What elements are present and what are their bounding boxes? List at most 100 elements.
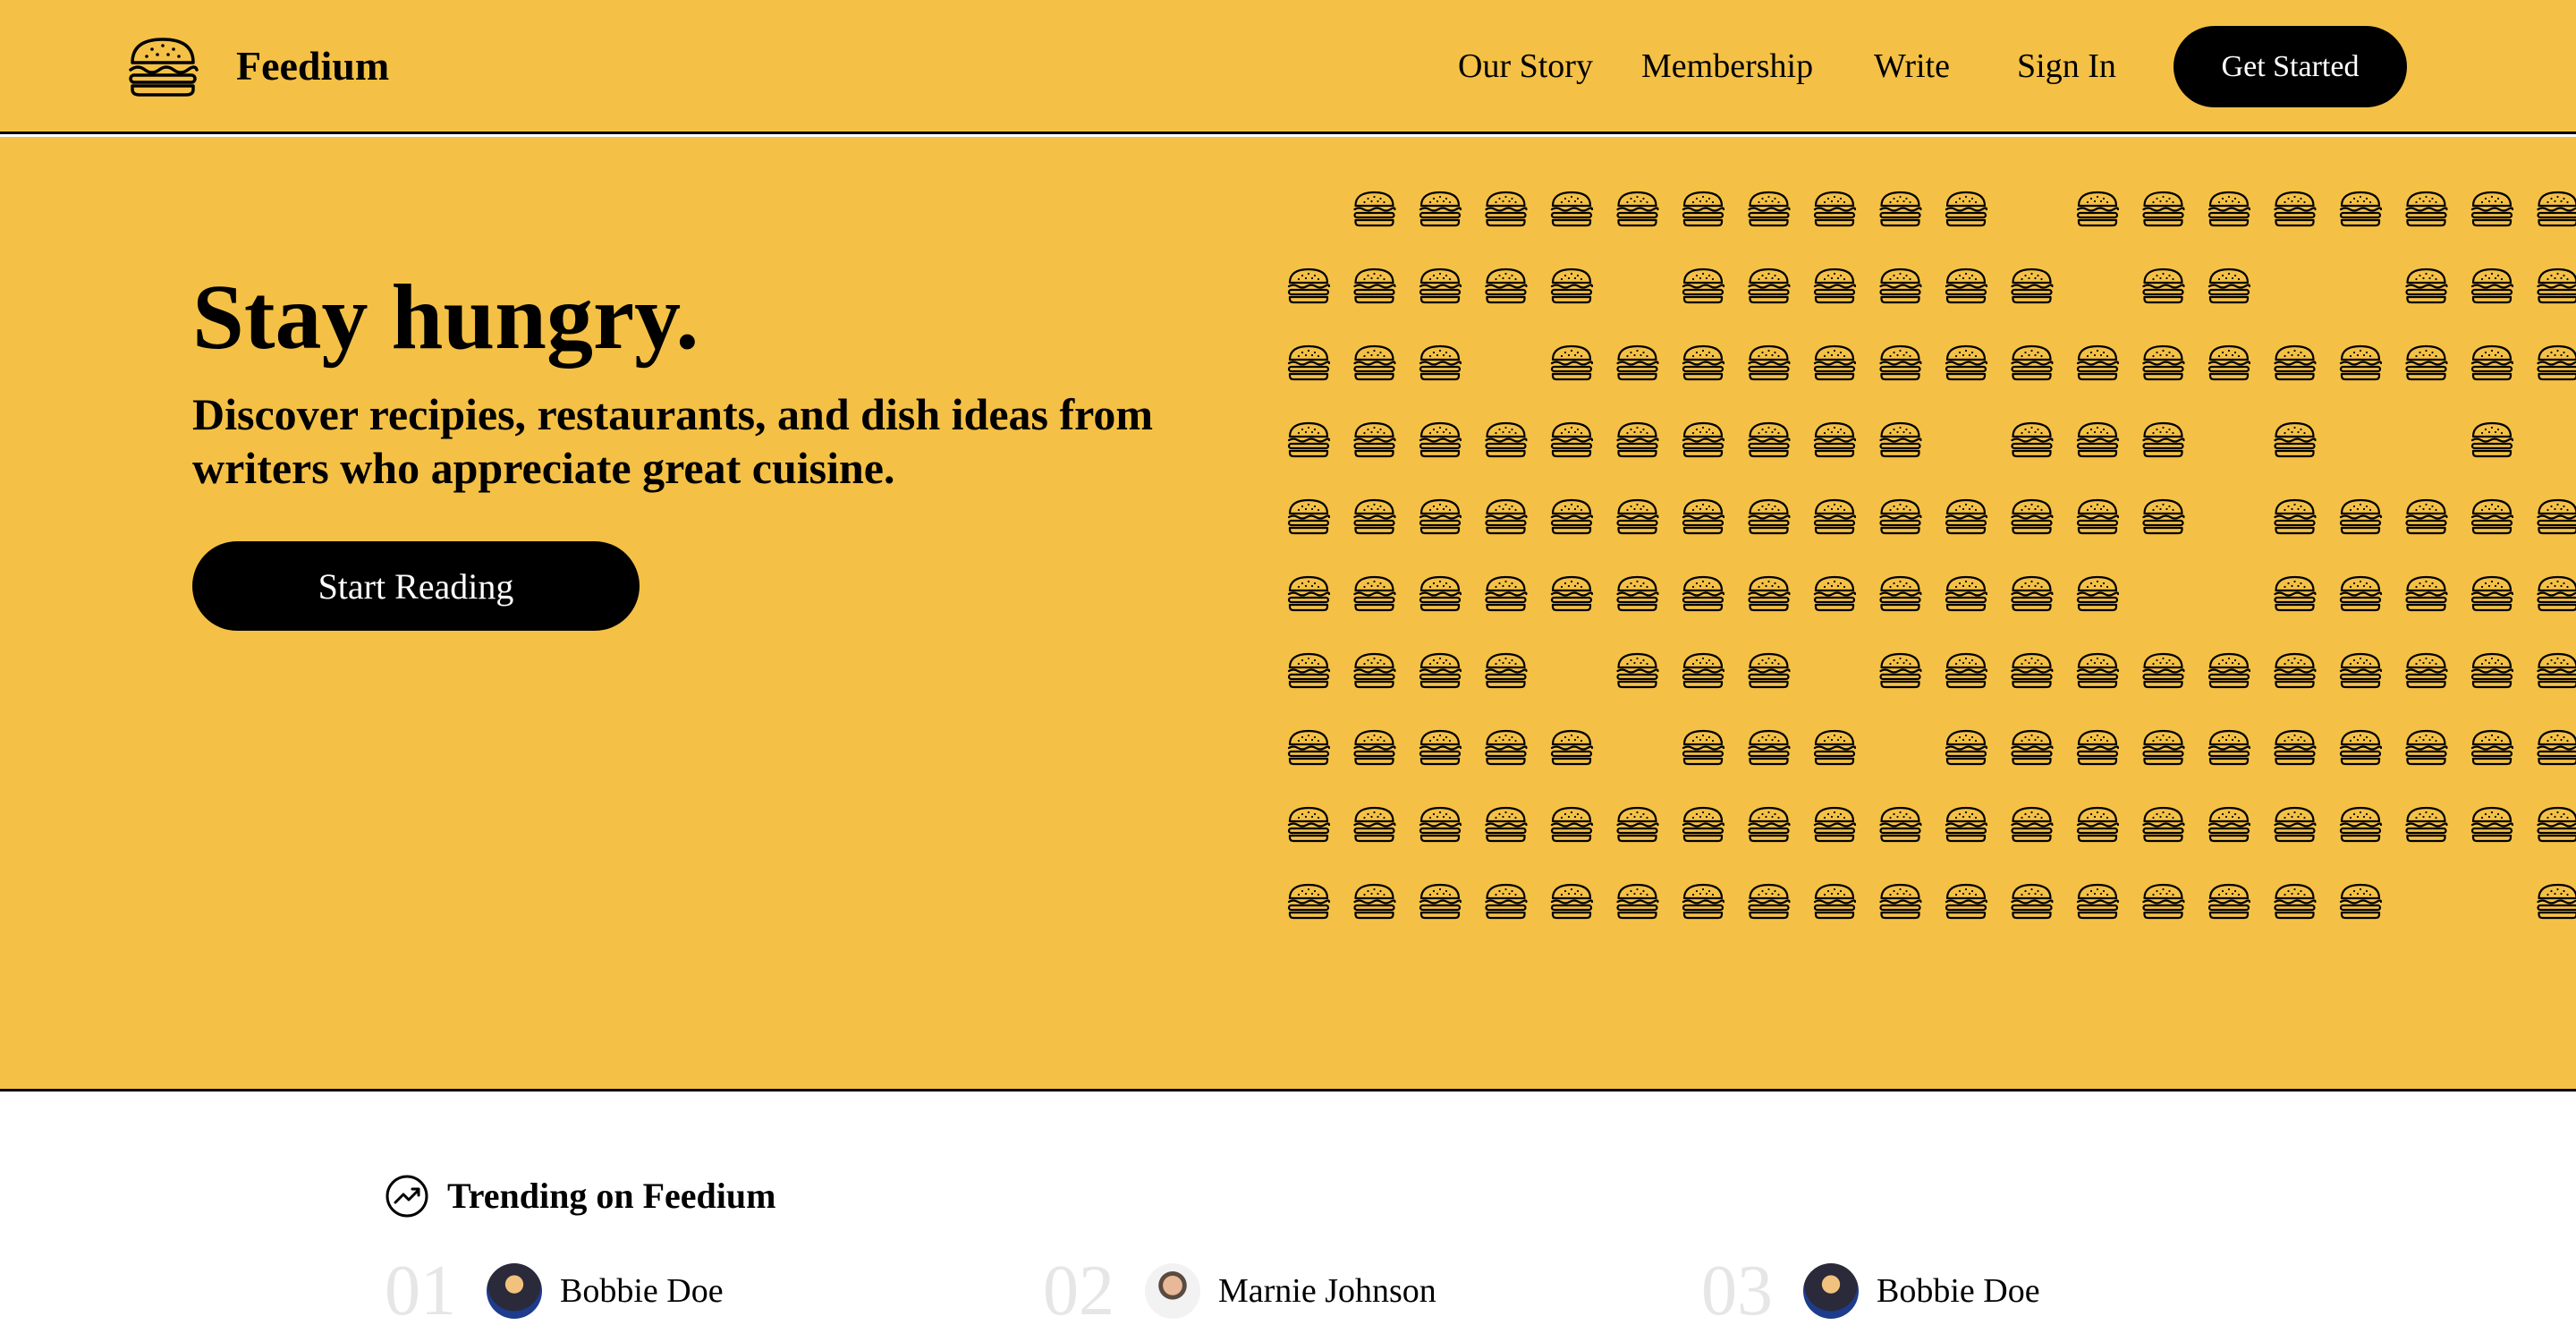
burger-icon bbox=[1879, 575, 1922, 612]
burger-icon bbox=[2274, 883, 2317, 920]
burger-icon bbox=[1616, 883, 1659, 920]
burger-icon bbox=[1945, 575, 1988, 612]
trending-item[interactable]: 03 Bobbie Doe bbox=[1701, 1251, 2040, 1331]
burger-icon bbox=[2076, 652, 2120, 689]
burger-icon bbox=[2405, 652, 2448, 689]
burger-icon bbox=[1879, 421, 1922, 458]
brand-logo[interactable]: Feedium bbox=[127, 36, 389, 97]
burger-icon bbox=[2405, 268, 2448, 304]
burger-icon bbox=[1748, 883, 1791, 920]
burger-icon bbox=[1485, 268, 1528, 304]
burger-icon bbox=[1550, 191, 1594, 227]
burger-icon bbox=[1485, 883, 1528, 920]
burger-icon bbox=[1682, 268, 1725, 304]
burger-icon bbox=[1550, 268, 1594, 304]
burger-icon bbox=[1287, 883, 1331, 920]
burger-icon bbox=[1353, 652, 1396, 689]
nav-sign-in[interactable]: Sign In bbox=[2017, 25, 2116, 107]
burger-icon bbox=[2274, 421, 2317, 458]
nav-our-story[interactable]: Our Story bbox=[1458, 25, 1593, 107]
burger-icon bbox=[2076, 806, 2120, 843]
hero-subtitle: Discover recipies, restaurants, and dish… bbox=[192, 389, 1154, 493]
burger-icon bbox=[2470, 498, 2514, 535]
trending-header: Trending on Feedium bbox=[385, 1174, 775, 1219]
burger-icon bbox=[1748, 652, 1791, 689]
burger-icon bbox=[1616, 498, 1659, 535]
burger-icon bbox=[2339, 498, 2383, 535]
burger-icon bbox=[2405, 191, 2448, 227]
burger-icon bbox=[2142, 652, 2185, 689]
burger-icon bbox=[2076, 191, 2120, 227]
nav-write[interactable]: Write bbox=[1874, 25, 1950, 107]
burger-icon bbox=[1550, 729, 1594, 766]
burger-icon bbox=[2470, 806, 2514, 843]
burger-icon bbox=[2537, 652, 2576, 689]
burger-icon bbox=[1419, 498, 1462, 535]
burger-icon bbox=[1682, 806, 1725, 843]
burger-icon bbox=[2207, 344, 2251, 381]
trending-item[interactable]: 02 Marnie Johnson bbox=[1043, 1251, 1436, 1331]
burger-icon bbox=[1287, 268, 1331, 304]
burger-icon bbox=[2274, 191, 2317, 227]
author-name[interactable]: Bobbie Doe bbox=[1877, 1263, 2040, 1319]
burger-icon bbox=[1485, 806, 1528, 843]
burger-icon bbox=[1353, 268, 1396, 304]
burger-icon bbox=[2405, 498, 2448, 535]
burger-icon bbox=[2339, 191, 2383, 227]
burger-icon bbox=[1353, 883, 1396, 920]
burger-icon bbox=[2076, 421, 2120, 458]
burger-icon bbox=[2011, 883, 2054, 920]
trending-item[interactable]: 01 Bobbie Doe bbox=[385, 1251, 724, 1331]
burger-icon bbox=[1616, 652, 1659, 689]
trending-number: 03 bbox=[1701, 1252, 1773, 1330]
burger-icon bbox=[2339, 575, 2383, 612]
burger-icon bbox=[1616, 191, 1659, 227]
trending-section: Trending on Feedium 01 Bobbie Doe 02 Mar… bbox=[0, 1091, 2576, 1342]
burger-icon bbox=[1682, 191, 1725, 227]
get-started-button[interactable]: Get Started bbox=[2174, 26, 2407, 107]
burger-icon bbox=[1485, 652, 1528, 689]
brand-name: Feedium bbox=[236, 43, 390, 89]
burger-icon bbox=[2142, 729, 2185, 766]
burger-icon bbox=[1945, 344, 1988, 381]
burger-icon bbox=[1485, 498, 1528, 535]
burger-icon bbox=[2142, 498, 2185, 535]
burger-icon bbox=[2470, 729, 2514, 766]
burger-icon bbox=[1550, 883, 1594, 920]
burger-icon bbox=[1748, 344, 1791, 381]
burger-icon bbox=[2011, 575, 2054, 612]
burger-icon bbox=[1813, 191, 1857, 227]
burger-icon bbox=[1419, 191, 1462, 227]
burger-icon bbox=[1485, 729, 1528, 766]
burger-icon bbox=[2011, 729, 2054, 766]
burger-icon bbox=[2076, 575, 2120, 612]
burger-icon bbox=[2470, 575, 2514, 612]
burger-icon bbox=[2537, 806, 2576, 843]
avatar bbox=[1803, 1263, 1859, 1319]
trending-up-icon bbox=[386, 1175, 428, 1218]
burger-icon bbox=[1485, 421, 1528, 458]
burger-icon bbox=[1353, 575, 1396, 612]
burger-icon bbox=[1419, 421, 1462, 458]
nav-membership[interactable]: Membership bbox=[1641, 25, 1813, 107]
burger-icon bbox=[1616, 421, 1659, 458]
burger-icon bbox=[2405, 344, 2448, 381]
author-name[interactable]: Bobbie Doe bbox=[560, 1263, 724, 1319]
burger-icon bbox=[2076, 498, 2120, 535]
burger-icon bbox=[1682, 421, 1725, 458]
burger-icon bbox=[2537, 498, 2576, 535]
burger-icon bbox=[1813, 883, 1857, 920]
burger-icon bbox=[1287, 575, 1331, 612]
burger-icon bbox=[1748, 575, 1791, 612]
burger-icon bbox=[1287, 729, 1331, 766]
burger-icon bbox=[1419, 729, 1462, 766]
avatar bbox=[487, 1263, 542, 1319]
burger-icon bbox=[1748, 191, 1791, 227]
burger-icon bbox=[2207, 652, 2251, 689]
author-name[interactable]: Marnie Johnson bbox=[1218, 1263, 1436, 1319]
burger-icon bbox=[1485, 575, 1528, 612]
start-reading-button[interactable]: Start Reading bbox=[192, 541, 640, 631]
burger-icon bbox=[2274, 729, 2317, 766]
burger-icon bbox=[1419, 268, 1462, 304]
burger-icon bbox=[1945, 498, 1988, 535]
